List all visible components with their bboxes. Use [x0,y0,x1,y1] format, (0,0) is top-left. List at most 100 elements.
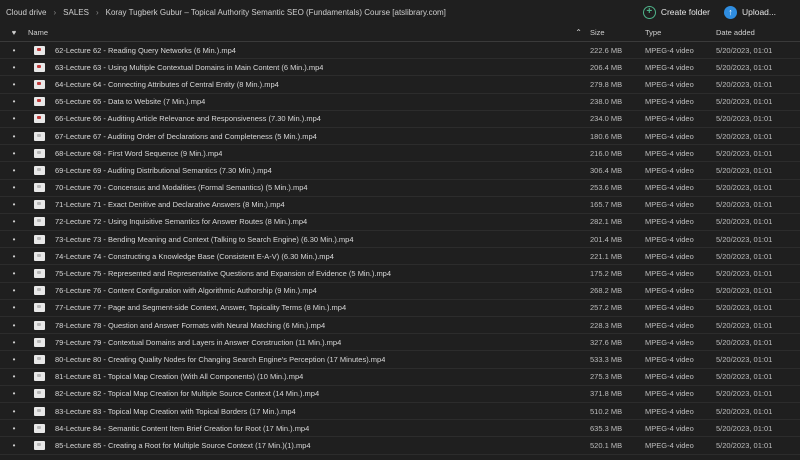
dot-icon[interactable]: • [0,46,28,55]
video-file-icon [34,440,45,450]
table-header: ♥ Name ⌃ Size Type Date added [0,24,800,42]
dot-icon[interactable]: • [0,372,28,381]
chevron-up-icon[interactable]: ⌃ [575,28,582,37]
file-name-cell[interactable]: 80-Lecture 80 - Creating Quality Nodes f… [28,354,590,364]
file-size: 216.0 MB [590,148,623,158]
dot-icon[interactable]: • [0,80,28,89]
table-row[interactable]: • 70-Lecture 70 - Concensus and Modalitie… [0,180,800,197]
file-name-cell[interactable]: 83-Lecture 83 - Topical Map Creation wit… [28,406,590,416]
file-date: 5/20/2023, 01:01 [716,97,773,107]
dot-icon[interactable]: • [0,183,28,192]
dot-icon[interactable]: • [0,252,28,261]
video-file-icon [34,114,45,124]
table-row[interactable]: • 81-Lecture 81 - Topical Map Creation (W… [0,369,800,386]
table-row[interactable]: • 68-Lecture 68 - First Word Sequence (9 … [0,145,800,163]
file-name-cell[interactable]: 79-Lecture 79 - Contextual Domains and L… [28,337,590,347]
dot-icon[interactable]: • [0,97,28,106]
file-name-cell[interactable]: 85-Lecture 85 - Creating a Root for Mult… [28,440,590,450]
file-name-cell[interactable]: 71-Lecture 71 - Exact Denitive and Decla… [28,200,590,210]
file-name-cell[interactable]: 73-Lecture 73 - Bending Meaning and Cont… [28,234,590,244]
table-row[interactable]: • 71-Lecture 71 - Exact Denitive and Decl… [0,197,800,214]
dot-icon[interactable]: • [0,217,28,226]
file-type: MPEG-4 video [645,148,694,158]
table-row[interactable]: • 69-Lecture 69 - Auditing Distributional… [0,162,800,180]
upload-button[interactable]: ↑ Upload... [723,5,776,19]
video-file-icon [34,286,45,296]
date-column-header[interactable]: Date added [716,28,800,37]
dot-icon[interactable]: • [0,132,28,141]
breadcrumb-item-cloud-drive[interactable]: Cloud drive [6,8,46,17]
table-row[interactable]: • 80-Lecture 80 - Creating Quality Nodes … [0,351,800,369]
breadcrumb-item-current-folder[interactable]: Koray Tugberk Gubur – Topical Authority … [106,8,446,17]
file-name-cell[interactable]: 82-Lecture 82 - Topical Map Creation for… [28,389,590,399]
dot-icon[interactable]: • [0,303,28,312]
file-size: 175.2 MB [590,269,623,279]
table-row[interactable]: • 76-Lecture 76 - Content Configuration w… [0,283,800,300]
breadcrumb-item-sales[interactable]: SALES [63,8,89,17]
dot-icon[interactable]: • [0,355,28,364]
file-name-cell[interactable]: 63-Lecture 63 - Using Multiple Contextua… [28,62,590,72]
file-type: MPEG-4 video [645,372,694,382]
file-name-cell[interactable]: 62-Lecture 62 - Reading Query Networks (… [28,45,590,55]
heart-icon: ♥ [11,28,17,37]
dot-icon[interactable]: • [0,441,28,450]
table-row[interactable]: • 72-Lecture 72 - Using Inquisitive Seman… [0,214,800,232]
file-name-cell[interactable]: 65-Lecture 65 - Data to Website (7 Min.)… [28,97,590,107]
dot-icon[interactable]: • [0,424,28,433]
dot-icon[interactable]: • [0,269,28,278]
file-name-cell[interactable]: 74-Lecture 74 - Constructing a Knowledge… [28,251,590,261]
dot-icon[interactable]: • [0,389,28,398]
table-row[interactable]: • 73-Lecture 73 - Bending Meaning and Con… [0,231,800,249]
table-row[interactable]: • 75-Lecture 75 - Represented and Represe… [0,265,800,283]
file-name-cell[interactable]: 70-Lecture 70 - Concensus and Modalities… [28,183,590,193]
file-name-cell[interactable]: 78-Lecture 78 - Question and Answer Form… [28,320,590,330]
video-file-icon [34,423,45,433]
table-row[interactable]: • 77-Lecture 77 - Page and Segment-side C… [0,300,800,317]
name-column-header[interactable]: Name ⌃ [28,28,590,37]
file-name-cell[interactable]: 69-Lecture 69 - Auditing Distributional … [28,165,590,175]
file-name-cell[interactable]: 81-Lecture 81 - Topical Map Creation (Wi… [28,372,590,382]
table-row[interactable]: • 67-Lecture 67 - Auditing Order of Decla… [0,128,800,146]
file-name-cell[interactable]: 67-Lecture 67 - Auditing Order of Declar… [28,131,590,141]
dot-icon[interactable]: • [0,286,28,295]
table-row[interactable]: • 62-Lecture 62 - Reading Query Networks … [0,42,800,60]
dot-icon[interactable]: • [0,166,28,175]
dot-icon[interactable]: • [0,63,28,72]
file-name: 66-Lecture 66 - Auditing Article Relevan… [55,114,321,124]
table-row[interactable]: • 79-Lecture 79 - Contextual Domains and … [0,334,800,352]
table-row[interactable]: • 84-Lecture 84 - Semantic Content Item B… [0,420,800,438]
size-column-header[interactable]: Size [590,28,645,37]
file-name-cell[interactable]: 76-Lecture 76 - Content Configuration wi… [28,286,590,296]
file-name-cell[interactable]: 66-Lecture 66 - Auditing Article Relevan… [28,114,590,124]
file-name-cell[interactable]: 72-Lecture 72 - Using Inquisitive Semant… [28,217,590,227]
file-name: 72-Lecture 72 - Using Inquisitive Semant… [55,217,308,227]
dot-icon[interactable]: • [0,114,28,123]
file-name-cell[interactable]: 75-Lecture 75 - Represented and Represen… [28,269,590,279]
favorite-column-header[interactable]: ♥ [0,28,28,37]
file-date: 5/20/2023, 01:01 [716,337,773,347]
table-row[interactable]: • 64-Lecture 64 - Connecting Attributes o… [0,76,800,94]
file-name-cell[interactable]: 64-Lecture 64 - Connecting Attributes of… [28,79,590,89]
dot-icon[interactable]: • [0,149,28,158]
table-row[interactable]: • 66-Lecture 66 - Auditing Article Releva… [0,111,800,128]
type-column-header[interactable]: Type [645,28,716,37]
dot-icon[interactable]: • [0,235,28,244]
file-name-cell[interactable]: 68-Lecture 68 - First Word Sequence (9 M… [28,148,590,158]
table-row[interactable]: • 82-Lecture 82 - Topical Map Creation fo… [0,386,800,403]
dot-icon[interactable]: • [0,407,28,416]
table-row[interactable]: • 63-Lecture 63 - Using Multiple Contextu… [0,59,800,77]
create-folder-button[interactable]: + Create folder [642,5,710,19]
file-name: 67-Lecture 67 - Auditing Order of Declar… [55,131,317,141]
table-row[interactable]: • 74-Lecture 74 - Constructing a Knowledg… [0,248,800,266]
dot-icon[interactable]: • [0,321,28,330]
file-date: 5/20/2023, 01:01 [716,234,773,244]
table-row[interactable]: • 78-Lecture 78 - Question and Answer For… [0,317,800,335]
file-type: MPEG-4 video [645,354,694,364]
file-name-cell[interactable]: 77-Lecture 77 - Page and Segment-side Co… [28,303,590,313]
table-row[interactable]: • 83-Lecture 83 - Topical Map Creation wi… [0,403,800,421]
dot-icon[interactable]: • [0,200,28,209]
file-name-cell[interactable]: 84-Lecture 84 - Semantic Content Item Br… [28,423,590,433]
table-row[interactable]: • 85-Lecture 85 - Creating a Root for Mul… [0,437,800,455]
dot-icon[interactable]: • [0,338,28,347]
table-row[interactable]: • 65-Lecture 65 - Data to Website (7 Min.… [0,94,800,111]
